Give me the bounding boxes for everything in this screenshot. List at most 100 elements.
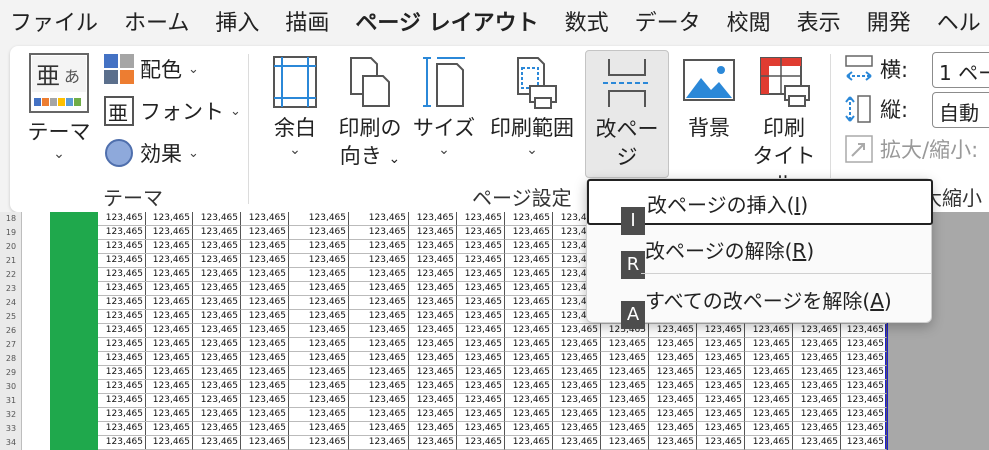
table-cell[interactable]: 123,465 [409, 394, 457, 408]
row-number[interactable]: 29 [0, 366, 22, 380]
table-cell[interactable]: 123,465 [349, 212, 409, 226]
tab-help[interactable]: ヘル [937, 5, 981, 39]
table-cell[interactable]: 123,465 [601, 352, 649, 366]
table-cell[interactable]: 123,465 [241, 226, 289, 240]
orientation-button[interactable]: 印刷の 向き ⌄ [334, 54, 406, 173]
table-cell[interactable]: 123,465 [98, 296, 146, 310]
table-cell[interactable]: 123,465 [505, 282, 553, 296]
row-number[interactable]: 32 [0, 408, 22, 422]
table-cell[interactable]: 123,465 [649, 380, 697, 394]
table-cell[interactable]: 123,465 [98, 240, 146, 254]
table-cell[interactable]: 123,465 [649, 408, 697, 422]
table-cell[interactable]: 123,465 [745, 422, 793, 436]
table-cell[interactable]: 123,465 [145, 394, 193, 408]
table-cell[interactable]: 123,465 [601, 422, 649, 436]
table-cell[interactable]: 123,465 [409, 212, 457, 226]
table-cell[interactable]: 123,465 [553, 380, 601, 394]
table-cell[interactable]: 123,465 [505, 310, 553, 324]
table-cell[interactable]: 123,465 [505, 436, 553, 450]
insert-page-break-item[interactable]: I 改ページの挿入(I) [587, 179, 933, 235]
table-cell[interactable]: 123,465 [241, 296, 289, 310]
table-cell[interactable]: 123,465 [241, 212, 289, 226]
table-cell[interactable]: 123,465 [98, 310, 146, 324]
table-cell[interactable]: 123,465 [349, 436, 409, 450]
table-cell[interactable]: 123,465 [289, 254, 349, 268]
table-cell[interactable]: 123,465 [649, 338, 697, 352]
table-cell[interactable]: 123,465 [457, 296, 505, 310]
table-cell[interactable]: 123,465 [193, 352, 241, 366]
table-cell[interactable]: 123,465 [505, 352, 553, 366]
table-cell[interactable]: 123,465 [289, 282, 349, 296]
table-cell[interactable]: 123,465 [145, 310, 193, 324]
themes-button[interactable]: 亜 あ テーマ ⌄ [24, 52, 94, 162]
print-area-button[interactable]: 印刷範囲 ⌄ [484, 54, 580, 158]
table-cell[interactable]: 123,465 [98, 436, 146, 450]
table-cell[interactable]: 123,465 [601, 394, 649, 408]
table-cell[interactable]: 123,465 [241, 394, 289, 408]
table-cell[interactable]: 123,465 [841, 422, 887, 436]
table-cell[interactable]: 123,465 [193, 366, 241, 380]
row-number[interactable]: 18 [0, 212, 22, 226]
table-cell[interactable]: 123,465 [505, 254, 553, 268]
table-cell[interactable]: 123,465 [553, 408, 601, 422]
table-cell[interactable]: 123,465 [409, 296, 457, 310]
table-cell[interactable]: 123,465 [745, 408, 793, 422]
table-cell[interactable]: 123,465 [241, 380, 289, 394]
table-cell[interactable]: 123,465 [145, 408, 193, 422]
table-cell[interactable]: 123,465 [505, 324, 553, 338]
table-cell[interactable]: 123,465 [457, 380, 505, 394]
table-cell[interactable]: 123,465 [649, 324, 697, 338]
table-cell[interactable]: 123,465 [145, 352, 193, 366]
table-cell[interactable]: 123,465 [457, 422, 505, 436]
table-cell[interactable]: 123,465 [145, 212, 193, 226]
table-cell[interactable]: 123,465 [409, 282, 457, 296]
reset-all-page-breaks-item[interactable]: A すべての改ページを解除(A) [587, 277, 933, 329]
table-cell[interactable]: 123,465 [457, 366, 505, 380]
row-number[interactable]: 22 [0, 268, 22, 282]
table-cell[interactable]: 123,465 [289, 310, 349, 324]
table-cell[interactable]: 123,465 [841, 436, 887, 450]
table-cell[interactable]: 123,465 [793, 380, 841, 394]
table-cell[interactable]: 123,465 [145, 366, 193, 380]
table-cell[interactable]: 123,465 [193, 268, 241, 282]
table-cell[interactable]: 123,465 [697, 380, 745, 394]
table-cell[interactable]: 123,465 [241, 282, 289, 296]
table-cell[interactable]: 123,465 [841, 394, 887, 408]
table-cell[interactable]: 123,465 [793, 352, 841, 366]
row-number[interactable]: 31 [0, 394, 22, 408]
table-cell[interactable]: 123,465 [841, 380, 887, 394]
table-cell[interactable]: 123,465 [98, 268, 146, 282]
table-cell[interactable]: 123,465 [553, 366, 601, 380]
effects-button[interactable]: 効果 ⌄ [104, 138, 199, 168]
table-cell[interactable]: 123,465 [697, 338, 745, 352]
table-cell[interactable]: 123,465 [457, 282, 505, 296]
table-cell[interactable]: 123,465 [145, 338, 193, 352]
row-number[interactable]: 30 [0, 380, 22, 394]
table-cell[interactable]: 123,465 [697, 422, 745, 436]
table-cell[interactable]: 123,465 [289, 240, 349, 254]
tab-formulas[interactable]: 数式 [565, 5, 609, 39]
table-cell[interactable]: 123,465 [457, 212, 505, 226]
table-cell[interactable]: 123,465 [457, 338, 505, 352]
table-cell[interactable]: 123,465 [193, 310, 241, 324]
table-cell[interactable]: 123,465 [697, 324, 745, 338]
table-cell[interactable]: 123,465 [193, 436, 241, 450]
table-cell[interactable]: 123,465 [745, 436, 793, 450]
table-cell[interactable]: 123,465 [553, 338, 601, 352]
table-cell[interactable]: 123,465 [553, 422, 601, 436]
table-cell[interactable]: 123,465 [409, 436, 457, 450]
table-cell[interactable]: 123,465 [457, 240, 505, 254]
table-cell[interactable]: 123,465 [697, 436, 745, 450]
table-cell[interactable]: 123,465 [349, 352, 409, 366]
table-cell[interactable]: 123,465 [457, 352, 505, 366]
table-cell[interactable]: 123,465 [289, 422, 349, 436]
table-cell[interactable]: 123,465 [745, 352, 793, 366]
table-cell[interactable]: 123,465 [505, 338, 553, 352]
table-cell[interactable]: 123,465 [505, 296, 553, 310]
row-number[interactable]: 33 [0, 422, 22, 436]
table-cell[interactable]: 123,465 [505, 408, 553, 422]
table-cell[interactable]: 123,465 [289, 268, 349, 282]
table-cell[interactable]: 123,465 [289, 338, 349, 352]
table-cell[interactable]: 123,465 [349, 408, 409, 422]
table-cell[interactable]: 123,465 [289, 296, 349, 310]
